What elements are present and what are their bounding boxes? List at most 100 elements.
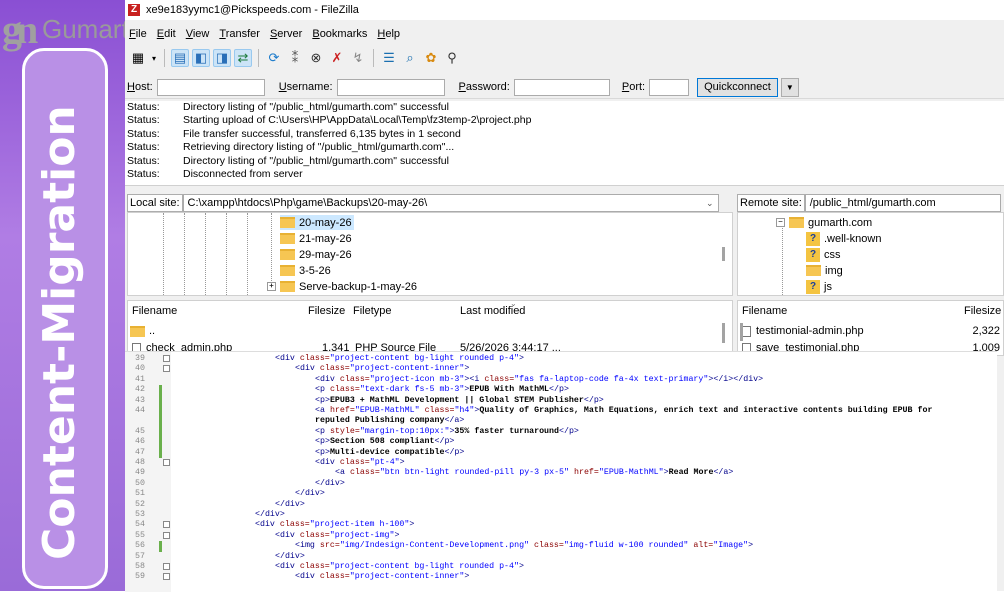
remote-tree-item-well-known[interactable]: ? .well-known bbox=[806, 231, 881, 246]
username-input[interactable] bbox=[336, 78, 445, 96]
fold-toggle-icon[interactable] bbox=[163, 355, 170, 362]
collapse-icon[interactable]: − bbox=[776, 218, 785, 227]
compare-icon[interactable]: ⌕ bbox=[401, 49, 419, 67]
menu-help[interactable]: Help bbox=[377, 28, 400, 44]
menu-server[interactable]: Server bbox=[270, 28, 302, 44]
fold-toggle-icon[interactable] bbox=[163, 365, 170, 373]
local-col-filename[interactable]: Filename bbox=[132, 301, 177, 321]
fold-toggle-icon[interactable] bbox=[163, 459, 170, 466]
toolbar-separator bbox=[373, 49, 374, 67]
line-number: 56 bbox=[135, 541, 145, 551]
search-icon[interactable]: ⚲ bbox=[443, 49, 461, 67]
site-manager-icon[interactable]: ▦ bbox=[129, 49, 147, 67]
toggle-log-icon[interactable]: ▤ bbox=[171, 49, 189, 67]
code-text: <div class="pt-4"> bbox=[315, 458, 405, 467]
code-text: <p>Section 508 compliant</p> bbox=[315, 437, 455, 447]
remote-tree: − gumarth.com ? .well-known ? css img ? js bbox=[737, 212, 1004, 296]
title-bar: Z xe9e183yymc1@Pickspeeds.com - FileZill… bbox=[125, 0, 1004, 20]
menu-file[interactable]: File bbox=[129, 28, 147, 44]
fold-toggle-icon[interactable] bbox=[163, 521, 170, 529]
local-file-list: Filename Filesize Filetype Last modified… bbox=[127, 300, 733, 356]
reconnect-icon[interactable]: ↯ bbox=[349, 49, 367, 67]
fold-toggle-icon[interactable] bbox=[163, 531, 170, 539]
tree-item-3-5-26[interactable]: 3-5-26 bbox=[280, 263, 331, 278]
change-marker bbox=[159, 406, 162, 417]
refresh-icon[interactable]: ⟳ bbox=[265, 49, 283, 67]
local-col-filesize[interactable]: Filesize bbox=[308, 301, 345, 321]
local-col-filetype[interactable]: Filetype bbox=[353, 301, 392, 321]
port-input[interactable] bbox=[649, 78, 690, 96]
vertical-label: Content-Migration bbox=[34, 105, 85, 560]
toggle-queue-icon[interactable]: ⇄ bbox=[234, 49, 252, 67]
sync-browse-icon[interactable]: ✿ bbox=[422, 49, 440, 67]
filter-icon[interactable]: ⁑ bbox=[286, 49, 304, 67]
code-line: 39 <div class="project-content bg-light r… bbox=[125, 354, 995, 364]
site-manager-dropdown-icon[interactable]: ▾ bbox=[150, 49, 158, 67]
log-message: Directory listing of "/public_html/gumar… bbox=[183, 101, 449, 113]
code-line: 53 </div> bbox=[125, 510, 995, 520]
code-text: <div class="project-content bg-light rou… bbox=[275, 354, 524, 363]
quickconnect-history-icon[interactable]: ▼ bbox=[780, 77, 799, 97]
code-text: </div> bbox=[315, 478, 345, 488]
log-row: Status: Retrieving directory listing of "… bbox=[125, 141, 1004, 154]
tree-item-20-may-26[interactable]: 20-may-26 bbox=[280, 215, 354, 230]
password-input[interactable] bbox=[513, 78, 610, 96]
code-text: <div class="project-img"> bbox=[275, 530, 400, 540]
code-editor[interactable]: 39 <div class="project-content bg-light r… bbox=[125, 351, 997, 592]
directory-filter-icon[interactable]: ☰ bbox=[380, 49, 398, 67]
local-site-bar: Local site: C:\xampp\htdocs\Php\game\Bac… bbox=[127, 194, 731, 212]
remote-file-row[interactable]: testimonial-admin.php 2,322 bbox=[742, 323, 1002, 339]
local-tree-scrollbar[interactable] bbox=[722, 247, 725, 261]
code-text: repuled Publishing company</a> bbox=[315, 416, 465, 426]
local-list-scrollbar[interactable] bbox=[722, 323, 725, 343]
remote-col-filesize[interactable]: Filesize bbox=[964, 301, 1001, 321]
tree-item-label: 21-may-26 bbox=[299, 232, 352, 245]
tree-item-21-may-26[interactable]: 21-may-26 bbox=[280, 231, 352, 246]
remote-tree-item-img[interactable]: img bbox=[806, 263, 843, 278]
remote-tree-item-css[interactable]: ? css bbox=[806, 247, 841, 262]
message-log: Status: Directory listing of "/public_htm… bbox=[125, 101, 1004, 186]
folder-icon bbox=[789, 217, 804, 228]
local-path-input[interactable]: C:\xampp\htdocs\Php\game\Backups\20-may-… bbox=[182, 194, 719, 212]
remote-list-scrollbar[interactable] bbox=[740, 323, 743, 341]
host-input[interactable] bbox=[156, 78, 265, 96]
menu-bookmarks[interactable]: Bookmarks bbox=[312, 28, 367, 44]
cancel-icon[interactable]: ⊗ bbox=[307, 49, 325, 67]
menu-view[interactable]: View bbox=[186, 28, 210, 44]
remote-tree-item-gumarth[interactable]: − gumarth.com bbox=[776, 215, 872, 230]
disconnect-icon[interactable]: ✗ bbox=[328, 49, 346, 67]
toolbar: ▦ ▾ ▤ ◧ ◨ ⇄ ⟳ ⁑ ⊗ ✗ ↯ ☰ ⌕ ✿ ⚲ bbox=[125, 46, 1004, 70]
chevron-down-icon[interactable]: ⌄ bbox=[706, 195, 714, 211]
remote-site-bar: Remote site: /public_html/gumarth.com bbox=[737, 194, 1004, 212]
log-row: Status: Disconnected from server bbox=[125, 168, 1004, 181]
toggle-local-tree-icon[interactable]: ◧ bbox=[192, 49, 210, 67]
remote-col-filename[interactable]: Filename bbox=[742, 301, 787, 321]
log-type: Status: bbox=[127, 154, 160, 167]
brand-logo-mark: gn bbox=[2, 7, 38, 52]
tree-item-label: 3-5-26 bbox=[299, 264, 331, 277]
local-file-row[interactable]: .. bbox=[130, 323, 155, 339]
quickconnect-button[interactable]: Quickconnect bbox=[697, 77, 778, 97]
line-number: 44 bbox=[135, 406, 145, 415]
menu-bar: File Edit View Transfer Server Bookmarks… bbox=[125, 28, 400, 44]
log-message: Retrieving directory listing of "/public… bbox=[183, 141, 455, 154]
remote-file-list: Filename Filesize testimonial-admin.php 2… bbox=[737, 300, 1004, 356]
menu-edit[interactable]: Edit bbox=[157, 28, 176, 44]
remote-path-input[interactable]: /public_html/gumarth.com bbox=[804, 194, 1001, 212]
line-number: 48 bbox=[135, 458, 145, 467]
log-row: Status: File transfer successful, transfe… bbox=[125, 128, 1004, 141]
remote-tree-item-js[interactable]: ? js bbox=[806, 279, 832, 294]
code-text: </div> bbox=[275, 551, 305, 561]
code-line: 58 <div class="project-content bg-light r… bbox=[125, 562, 995, 572]
tree-item-29-may-26[interactable]: 29-may-26 bbox=[280, 247, 352, 262]
menu-transfer[interactable]: Transfer bbox=[219, 28, 260, 44]
log-type: Status: bbox=[127, 141, 160, 154]
local-tree: 20-may-26 21-may-26 29-may-26 3-5-26 + Se… bbox=[127, 212, 733, 296]
tree-item-serve-backup[interactable]: + Serve-backup-1-may-26 bbox=[267, 279, 417, 294]
tree-guide bbox=[184, 213, 185, 295]
fold-toggle-icon[interactable] bbox=[163, 573, 170, 581]
line-number: 57 bbox=[135, 551, 145, 561]
toggle-remote-tree-icon[interactable]: ◨ bbox=[213, 49, 231, 67]
expand-icon[interactable]: + bbox=[267, 282, 276, 291]
fold-toggle-icon[interactable] bbox=[163, 563, 170, 570]
